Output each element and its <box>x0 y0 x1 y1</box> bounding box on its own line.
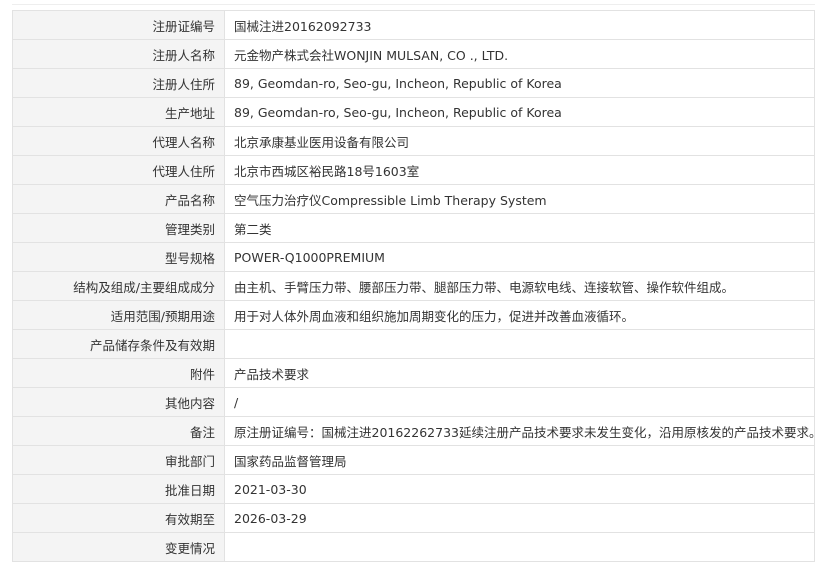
row-value: POWER-Q1000PREMIUM <box>224 242 815 272</box>
row-label: 附件 <box>12 358 225 388</box>
row-label: 批准日期 <box>12 474 225 504</box>
table-row: 有效期至 2026-03-29 <box>12 503 815 533</box>
row-value: 2021-03-30 <box>224 474 815 504</box>
table-row: 批准日期 2021-03-30 <box>12 474 815 504</box>
registration-detail-table: 注册证编号 国械注进20162092733 注册人名称 元金物产株式会社WONJ… <box>12 10 815 562</box>
table-row: 管理类别 第二类 <box>12 213 815 243</box>
row-value: 空气压力治疗仪Compressible Limb Therapy System <box>224 184 815 214</box>
row-label: 生产地址 <box>12 97 225 127</box>
row-value: 元金物产株式会社WONJIN MULSAN, CO ., LTD. <box>224 39 815 69</box>
table-row: 结构及组成/主要组成成分 由主机、手臂压力带、腰部压力带、腿部压力带、电源软电线… <box>12 271 815 301</box>
row-label: 代理人住所 <box>12 155 225 185</box>
row-label: 代理人名称 <box>12 126 225 156</box>
registration-detail-panel: 注册证编号 国械注进20162092733 注册人名称 元金物产株式会社WONJ… <box>12 0 815 565</box>
row-label: 注册证编号 <box>12 10 225 40</box>
table-row: 适用范围/预期用途 用于对人体外周血液和组织施加周期变化的压力，促进并改善血液循… <box>12 300 815 330</box>
row-label: 结构及组成/主要组成成分 <box>12 271 225 301</box>
table-row: 审批部门 国家药品监督管理局 <box>12 445 815 475</box>
row-value: 北京市西城区裕民路18号1603室 <box>224 155 815 185</box>
row-label: 注册人住所 <box>12 68 225 98</box>
row-value <box>224 329 815 359</box>
row-value: 产品技术要求 <box>224 358 815 388</box>
table-row: 注册人名称 元金物产株式会社WONJIN MULSAN, CO ., LTD. <box>12 39 815 69</box>
row-label: 变更情况 <box>12 532 225 562</box>
row-value: 国家药品监督管理局 <box>224 445 815 475</box>
row-value: 89, Geomdan-ro, Seo-gu, Incheon, Republi… <box>224 97 815 127</box>
row-value: 2026-03-29 <box>224 503 815 533</box>
row-value: 由主机、手臂压力带、腰部压力带、腿部压力带、电源软电线、连接软管、操作软件组成。 <box>224 271 815 301</box>
row-label: 其他内容 <box>12 387 225 417</box>
row-label: 有效期至 <box>12 503 225 533</box>
row-label: 审批部门 <box>12 445 225 475</box>
table-row: 变更情况 <box>12 532 815 562</box>
table-row: 备注 原注册证编号：国械注进20162262733延续注册产品技术要求未发生变化… <box>12 416 815 446</box>
table-row: 注册人住所 89, Geomdan-ro, Seo-gu, Incheon, R… <box>12 68 815 98</box>
table-row: 生产地址 89, Geomdan-ro, Seo-gu, Incheon, Re… <box>12 97 815 127</box>
row-value: 89, Geomdan-ro, Seo-gu, Incheon, Republi… <box>224 68 815 98</box>
table-row: 型号规格 POWER-Q1000PREMIUM <box>12 242 815 272</box>
row-value: 第二类 <box>224 213 815 243</box>
row-label: 备注 <box>12 416 225 446</box>
table-row: 代理人名称 北京承康基业医用设备有限公司 <box>12 126 815 156</box>
row-label: 型号规格 <box>12 242 225 272</box>
table-row: 产品储存条件及有效期 <box>12 329 815 359</box>
table-row: 代理人住所 北京市西城区裕民路18号1603室 <box>12 155 815 185</box>
table-row: 产品名称 空气压力治疗仪Compressible Limb Therapy Sy… <box>12 184 815 214</box>
table-row: 其他内容 / <box>12 387 815 417</box>
row-label: 管理类别 <box>12 213 225 243</box>
table-row: 附件 产品技术要求 <box>12 358 815 388</box>
row-label: 产品名称 <box>12 184 225 214</box>
row-label: 注册人名称 <box>12 39 225 69</box>
row-value: 用于对人体外周血液和组织施加周期变化的压力，促进并改善血液循环。 <box>224 300 815 330</box>
row-label: 适用范围/预期用途 <box>12 300 225 330</box>
row-value: 国械注进20162092733 <box>224 10 815 40</box>
row-value <box>224 532 815 562</box>
table-row: 注册证编号 国械注进20162092733 <box>12 10 815 40</box>
row-value: 原注册证编号：国械注进20162262733延续注册产品技术要求未发生变化，沿用… <box>224 416 815 446</box>
row-label: 产品储存条件及有效期 <box>12 329 225 359</box>
row-value: / <box>224 387 815 417</box>
row-value: 北京承康基业医用设备有限公司 <box>224 126 815 156</box>
